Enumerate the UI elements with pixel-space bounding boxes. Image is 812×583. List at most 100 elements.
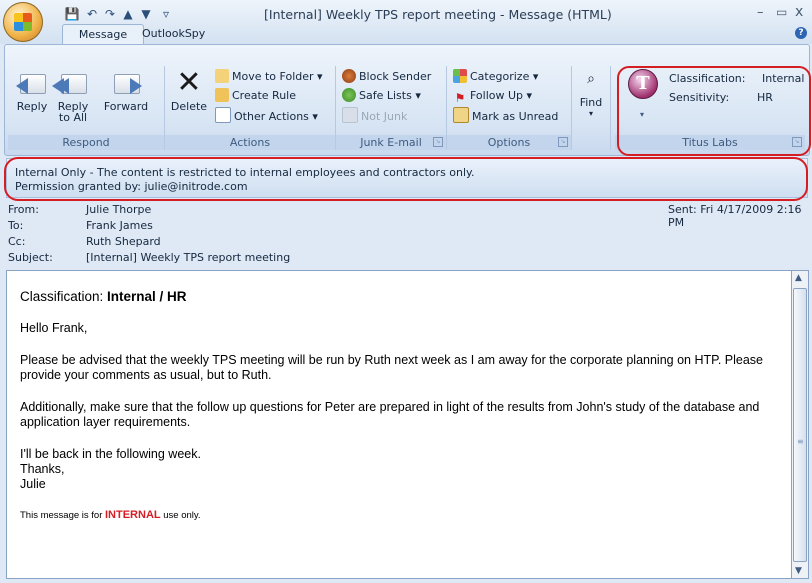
sent-field: Sent: Fri 4/17/2009 2:16 PM — [668, 203, 812, 229]
help-icon[interactable]: ? — [795, 27, 807, 39]
safe-lists-icon — [342, 88, 356, 102]
previous-item-icon[interactable]: ▲ — [119, 6, 137, 22]
create-rule-label: Create Rule — [232, 89, 296, 102]
reply-button[interactable]: Reply — [14, 68, 50, 113]
not-junk-button[interactable]: Not Junk — [342, 107, 407, 123]
undo-icon[interactable]: ↶ — [83, 6, 101, 22]
subject-label: Subject: — [8, 251, 53, 264]
options-group: Categorize ▾ ⚑ Follow Up ▾ Mark as Unread… — [447, 66, 572, 150]
move-to-folder-button[interactable]: Move to Folder ▾ — [215, 69, 323, 85]
move-to-folder-label: Move to Folder ▾ — [232, 70, 323, 83]
delete-x-icon: ✕ — [176, 65, 202, 100]
options-dialog-launcher-icon[interactable]: ↘ — [558, 137, 568, 147]
save-icon[interactable]: 💾 — [63, 6, 81, 22]
scroll-up-icon[interactable]: ▲ — [795, 273, 802, 283]
body-classification-prefix: Classification: — [20, 289, 108, 304]
envelope-icon — [453, 107, 469, 123]
body-greeting: Hello Frank, — [20, 321, 88, 335]
from-label: From: — [8, 203, 39, 216]
forward-icon — [110, 68, 142, 98]
block-sender-icon — [342, 69, 356, 83]
body-footer-prefix: This message is for — [20, 510, 105, 521]
scroll-down-icon[interactable]: ▼ — [795, 566, 802, 576]
reply-all-icon — [52, 68, 89, 98]
follow-up-label: Follow Up ▾ — [470, 89, 533, 102]
respond-group: Reply Reply to All Forward Respond — [8, 66, 165, 150]
folder-move-icon — [215, 69, 229, 83]
actions-group-label: Actions — [165, 135, 335, 150]
junk-email-group-label: Junk E-mail ↘ — [336, 135, 446, 150]
follow-up-button[interactable]: ⚑ Follow Up ▾ — [453, 88, 533, 105]
find-button[interactable]: ⌕ Find ▾ — [574, 70, 608, 118]
forward-label: Forward — [103, 100, 149, 113]
other-actions-icon — [215, 107, 231, 123]
rule-icon — [215, 88, 229, 102]
from-value[interactable]: Julie Thorpe — [86, 203, 151, 216]
find-label: Find — [579, 96, 603, 109]
respond-group-label: Respond — [8, 135, 164, 150]
customize-toolbar-icon[interactable]: ▿ — [157, 6, 175, 22]
delete-button[interactable]: ✕ Delete — [169, 65, 209, 114]
subject-value: [Internal] Weekly TPS report meeting — [86, 251, 291, 264]
categorize-icon — [453, 69, 467, 83]
safe-lists-button[interactable]: Safe Lists ▾ — [342, 88, 421, 104]
tab-outlookspy[interactable]: OutlookSpy — [132, 24, 215, 43]
categorize-button[interactable]: Categorize ▾ — [453, 69, 538, 85]
body-signature: Julie — [20, 477, 46, 491]
vertical-scrollbar[interactable]: ▲ ≡ ▼ — [791, 270, 809, 579]
categorize-label: Categorize ▾ — [470, 70, 539, 83]
body-paragraph-2: Additionally, make sure that the follow … — [20, 400, 760, 429]
cc-label: Cc: — [8, 235, 26, 248]
options-label: Options — [487, 136, 531, 149]
sent-label: Sent: — [668, 203, 697, 216]
junk-email-group: Block Sender Safe Lists ▾ Not Junk Junk … — [336, 66, 447, 150]
create-rule-button[interactable]: Create Rule — [215, 88, 296, 104]
scroll-thumb[interactable]: ≡ — [793, 288, 807, 562]
body-footer: This message is for INTERNAL use only. — [20, 508, 780, 523]
flag-icon: ⚑ — [454, 91, 466, 105]
block-sender-label: Block Sender — [359, 70, 432, 83]
safe-lists-label: Safe Lists ▾ — [359, 89, 421, 102]
scroll-grip-icon: ≡ — [797, 437, 804, 446]
body-classification: Classification: Internal / HR — [20, 289, 780, 304]
find-dropdown-icon: ▾ — [588, 109, 593, 118]
close-button[interactable]: x — [795, 4, 803, 20]
next-item-icon[interactable]: ▼ — [137, 6, 155, 22]
reply-all-label-2: to All — [58, 111, 88, 124]
to-value[interactable]: Frank James — [86, 219, 153, 232]
junk-email-label: Junk E-mail — [360, 136, 422, 149]
not-junk-label: Not Junk — [361, 110, 408, 123]
message-body[interactable]: Classification: Internal / HR Hello Fran… — [6, 270, 792, 579]
forward-button[interactable]: Forward — [96, 68, 156, 113]
actions-group: ✕ Delete Move to Folder ▾ Create Rule Ot… — [165, 66, 336, 150]
titus-highlight — [617, 66, 811, 156]
not-junk-icon — [342, 107, 358, 123]
redo-icon[interactable]: ↷ — [101, 6, 119, 22]
options-group-label: Options ↘ — [447, 135, 571, 150]
cc-value[interactable]: Ruth Shepard — [86, 235, 161, 248]
delete-label: Delete — [170, 100, 208, 113]
reply-all-button[interactable]: Reply to All — [52, 68, 92, 124]
body-closing-2: Thanks, — [20, 462, 65, 476]
junk-dialog-launcher-icon[interactable]: ↘ — [433, 137, 443, 147]
find-group: ⌕ Find ▾ — [572, 66, 611, 150]
other-actions-button[interactable]: Other Actions ▾ — [215, 107, 318, 123]
mark-unread-button[interactable]: Mark as Unread — [453, 107, 558, 123]
body-footer-suffix: use only. — [160, 510, 201, 521]
infobar-highlight — [4, 157, 808, 201]
reply-label: Reply — [16, 100, 48, 113]
body-footer-emphasis: INTERNAL — [105, 509, 161, 521]
to-label: To: — [8, 219, 24, 232]
other-actions-label: Other Actions ▾ — [234, 110, 318, 123]
window-title: [Internal] Weekly TPS report meeting - M… — [264, 7, 612, 22]
reply-icon — [16, 68, 48, 98]
binoculars-icon: ⌕ — [587, 71, 595, 87]
body-closing-1: I'll be back in the following week. — [20, 447, 201, 461]
office-logo-icon — [14, 13, 32, 31]
mark-unread-label: Mark as Unread — [472, 110, 559, 123]
office-button[interactable] — [3, 2, 43, 42]
minimize-button[interactable]: – — [757, 5, 764, 20]
maximize-button[interactable]: ▭ — [776, 5, 787, 19]
body-classification-value: Internal / HR — [107, 289, 187, 304]
block-sender-button[interactable]: Block Sender — [342, 69, 431, 85]
